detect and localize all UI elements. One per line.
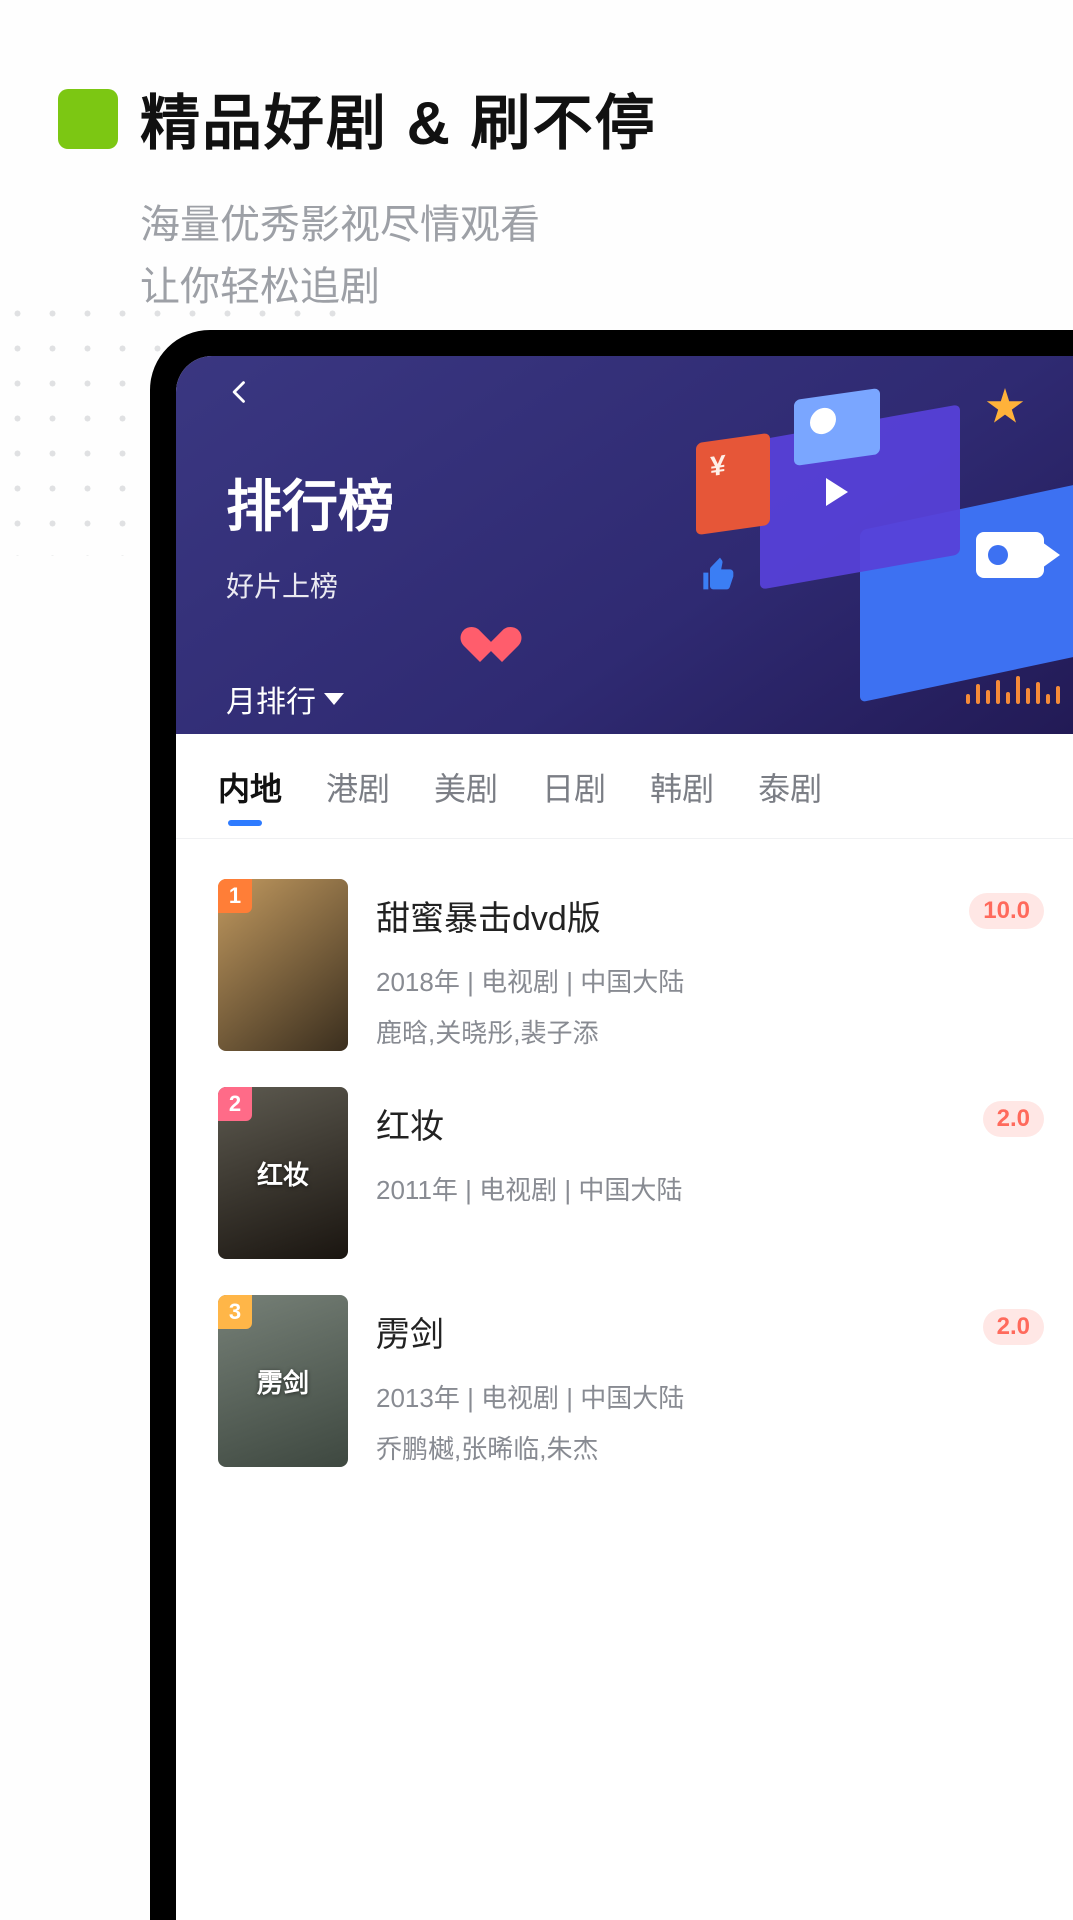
list-item[interactable]: 3 雳剑 雳剑 2013年 | 电视剧 | 中国大陆 乔鹏樾,张晞临,朱杰 2.… <box>218 1277 1038 1485</box>
poster-text: 红妆 <box>251 1155 315 1192</box>
item-info: 甜蜜暴击dvd版 2018年 | 电视剧 | 中国大陆 鹿晗,关晓彤,裴子添 1… <box>376 879 1038 1051</box>
rank-badge: 3 <box>218 1295 252 1329</box>
tab-kr[interactable]: 韩剧 <box>650 764 714 824</box>
ticket-icon <box>696 433 770 535</box>
promo-sub-line: 让你轻松追剧 <box>140 256 657 318</box>
item-meta: 2013年 | 电视剧 | 中国大陆 <box>376 1378 1038 1415</box>
tab-mainland[interactable]: 内地 <box>218 764 282 824</box>
score-badge: 2.0 <box>983 1101 1044 1137</box>
star-icon <box>986 388 1024 426</box>
screen: 排行榜 好片上榜 月排行 内地 港剧 美剧 日剧 <box>176 356 1073 1920</box>
item-cast: 鹿晗,关晓彤,裴子添 <box>376 1013 1038 1050</box>
item-meta: 2011年 | 电视剧 | 中国大陆 <box>376 1170 1038 1207</box>
heart-icon <box>480 628 520 666</box>
promo-header: 精品好剧 & 刷不停 海量优秀影视尽情观看 让你轻松追剧 <box>58 75 657 318</box>
hero-banner: 排行榜 好片上榜 月排行 <box>176 356 1073 734</box>
item-info: 红妆 2011年 | 电视剧 | 中国大陆 2.0 <box>376 1087 1038 1259</box>
poster-text: 雳剑 <box>251 1363 315 1400</box>
score-badge: 2.0 <box>983 1309 1044 1345</box>
item-meta: 2018年 | 电视剧 | 中国大陆 <box>376 962 1038 999</box>
soundwave-icon <box>966 676 1060 704</box>
accent-square-icon <box>58 89 118 149</box>
rank-badge: 1 <box>218 879 252 913</box>
tab-hk[interactable]: 港剧 <box>326 764 390 824</box>
item-cast: 乔鹏樾,张晞临,朱杰 <box>376 1429 1038 1466</box>
phone-frame: 排行榜 好片上榜 月排行 内地 港剧 美剧 日剧 <box>150 330 1073 1920</box>
promo-title: 精品好剧 & 刷不停 <box>140 75 657 162</box>
list-item[interactable]: 1 甜蜜暴击dvd版 2018年 | 电视剧 | 中国大陆 鹿晗,关晓彤,裴子添… <box>218 861 1038 1069</box>
score-badge: 10.0 <box>969 893 1044 929</box>
ranking-list: 1 甜蜜暴击dvd版 2018年 | 电视剧 | 中国大陆 鹿晗,关晓彤,裴子添… <box>176 839 1073 1485</box>
dropdown-label: 月排行 <box>226 677 316 721</box>
period-dropdown[interactable]: 月排行 <box>226 677 344 721</box>
tab-th[interactable]: 泰剧 <box>758 764 822 824</box>
category-tabs: 内地 港剧 美剧 日剧 韩剧 泰剧 <box>176 734 1073 839</box>
poster-thumbnail: 1 <box>218 879 348 1051</box>
camera-icon <box>976 532 1044 578</box>
chevron-down-icon <box>324 693 344 705</box>
poster-thumbnail: 3 雳剑 <box>218 1295 348 1467</box>
play-icon <box>826 478 848 506</box>
item-info: 雳剑 2013年 | 电视剧 | 中国大陆 乔鹏樾,张晞临,朱杰 2.0 <box>376 1295 1038 1467</box>
item-title: 雳剑 <box>376 1307 1038 1356</box>
list-item[interactable]: 2 红妆 红妆 2011年 | 电视剧 | 中国大陆 2.0 <box>218 1069 1038 1277</box>
item-title: 甜蜜暴击dvd版 <box>376 891 1038 940</box>
thumbs-up-icon <box>700 556 740 596</box>
poster-thumbnail: 2 红妆 <box>218 1087 348 1259</box>
promo-sub-line: 海量优秀影视尽情观看 <box>140 194 657 256</box>
image-card-icon <box>794 388 880 466</box>
promo-subtitle: 海量优秀影视尽情观看 让你轻松追剧 <box>140 194 657 318</box>
tab-us[interactable]: 美剧 <box>434 764 498 824</box>
tab-jp[interactable]: 日剧 <box>542 764 606 824</box>
back-button[interactable] <box>226 378 254 406</box>
rank-badge: 2 <box>218 1087 252 1121</box>
item-title: 红妆 <box>376 1099 1038 1148</box>
